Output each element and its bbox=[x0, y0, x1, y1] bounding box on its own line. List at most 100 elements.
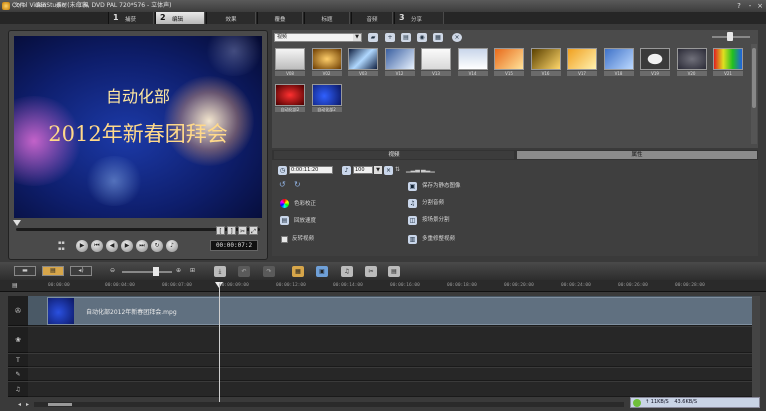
smart-proxy-icon[interactable]: ▦ bbox=[292, 266, 304, 277]
trim-out-button[interactable]: ] bbox=[227, 226, 236, 235]
step-edit[interactable]: 2 编辑 bbox=[155, 12, 205, 24]
music-track[interactable] bbox=[28, 382, 752, 397]
duration-field[interactable]: 0:00:11:20 bbox=[289, 166, 333, 174]
step-title[interactable]: 标题 bbox=[304, 12, 350, 24]
rotate-left-icon[interactable]: ↺ bbox=[279, 180, 291, 190]
library-thumbnail[interactable] bbox=[311, 84, 342, 106]
redo-icon[interactable]: ↷ bbox=[263, 266, 275, 277]
library-thumbnail[interactable] bbox=[275, 48, 305, 70]
step-share[interactable]: 3 分享 bbox=[394, 12, 444, 24]
insert-icon[interactable]: ⤓ bbox=[214, 266, 226, 277]
title-track[interactable] bbox=[28, 354, 752, 367]
split-clip-icon[interactable]: ✂ bbox=[238, 226, 247, 235]
help-button[interactable]: ? bbox=[734, 1, 744, 11]
voice-track[interactable] bbox=[28, 368, 752, 381]
rotate-right-icon[interactable]: ↻ bbox=[294, 180, 306, 190]
timeline-zoom-slider[interactable] bbox=[122, 271, 172, 273]
tab-attribute[interactable]: 属性 bbox=[517, 151, 757, 159]
timeline-vertical-scrollbar[interactable] bbox=[752, 296, 760, 400]
tab-video[interactable]: 视频 bbox=[274, 151, 514, 159]
volume-dropdown-icon[interactable]: ▼ bbox=[374, 166, 382, 174]
color-correction-label[interactable]: 色彩校正 bbox=[294, 200, 316, 208]
library-thumbnail[interactable] bbox=[640, 48, 670, 70]
clear-icon[interactable]: × bbox=[452, 33, 462, 42]
enlarge-icon[interactable]: ⤢ bbox=[249, 226, 258, 235]
library-category-select[interactable]: 视频 bbox=[274, 33, 362, 42]
fit-project-icon[interactable]: ⊞ bbox=[190, 267, 195, 274]
mute-icon[interactable]: × bbox=[384, 166, 393, 175]
fade-out-icon[interactable]: ▃▂▁ bbox=[421, 166, 435, 174]
end-button[interactable]: ⏭ bbox=[136, 240, 148, 252]
library-thumbnail[interactable] bbox=[603, 48, 634, 70]
import-media-icon[interactable]: + bbox=[385, 33, 395, 42]
step-audio[interactable]: 音频 bbox=[351, 12, 393, 24]
project-clip-toggle-icon[interactable]: ▪▪ ▪▪ bbox=[58, 240, 70, 252]
multi-trim-label[interactable]: 多重修整视频 bbox=[422, 235, 455, 243]
library-thumbnail[interactable] bbox=[494, 48, 524, 70]
chapter-point-icon[interactable]: ▤ bbox=[388, 266, 400, 277]
playhead[interactable] bbox=[219, 284, 220, 402]
library-thumbnail[interactable] bbox=[713, 48, 743, 70]
save-still-label[interactable]: 保存为静态图像 bbox=[422, 182, 461, 190]
fade-in-icon[interactable]: ▁▂▃ bbox=[406, 166, 420, 174]
library-thumbnail[interactable] bbox=[348, 48, 378, 70]
playback-speed-label[interactable]: 回放速度 bbox=[294, 217, 316, 225]
capture-icon[interactable]: ◉ bbox=[417, 33, 427, 42]
timeline-horizontal-scrollbar[interactable] bbox=[34, 402, 624, 407]
storyboard-view-button[interactable]: ▬ bbox=[14, 266, 36, 276]
preview-screen[interactable]: 自动化部 2012年新春团拜会 bbox=[14, 36, 262, 218]
menu-file[interactable]: 文件 bbox=[14, 2, 25, 10]
library-thumbnail[interactable] bbox=[421, 48, 451, 70]
next-frame-button[interactable]: ▶ bbox=[121, 240, 133, 252]
color-correction-icon[interactable] bbox=[280, 199, 289, 208]
folder-icon[interactable]: ▰ bbox=[368, 33, 378, 42]
menu-edit[interactable]: 编辑 bbox=[35, 2, 46, 10]
close-button[interactable]: × bbox=[755, 1, 765, 11]
library-thumbnail[interactable] bbox=[311, 48, 342, 70]
library-thumbnail[interactable] bbox=[275, 84, 305, 106]
overlay-track[interactable] bbox=[28, 327, 752, 353]
step-effect[interactable]: 效果 bbox=[206, 12, 256, 24]
batch-convert-icon[interactable]: ▣ bbox=[316, 266, 328, 277]
library-thumbnail[interactable] bbox=[676, 48, 707, 70]
split-audio-icon[interactable]: ⇅ bbox=[395, 166, 403, 174]
library-manager-icon[interactable]: ▤ bbox=[401, 33, 411, 42]
undo-icon[interactable]: ↶ bbox=[238, 266, 250, 277]
timecode-display[interactable]: 00:00:07:2 bbox=[210, 240, 258, 251]
scrub-marker-icon[interactable] bbox=[13, 220, 21, 226]
timeline-zoom-handle[interactable] bbox=[153, 267, 159, 276]
reverse-video-label[interactable]: 反转视频 bbox=[292, 235, 314, 243]
library-thumbnail[interactable] bbox=[384, 48, 415, 70]
volume-field[interactable]: 100 bbox=[353, 166, 373, 174]
minimize-button[interactable]: - bbox=[745, 1, 755, 11]
chevron-down-icon[interactable]: ▼ bbox=[353, 34, 361, 41]
split-by-scene-icon[interactable]: ◫ bbox=[408, 216, 417, 225]
multi-trim-icon[interactable]: ▥ bbox=[408, 235, 417, 244]
timeline-scrollbar-thumb[interactable] bbox=[48, 403, 72, 406]
scroll-left-icon[interactable]: ◂ bbox=[18, 401, 21, 408]
menu-clip[interactable]: 素材 bbox=[56, 2, 67, 10]
split-audio-label[interactable]: 分割音频 bbox=[422, 199, 444, 207]
split-audio-button-icon[interactable]: ♫ bbox=[408, 199, 417, 208]
zoom-slider-handle[interactable] bbox=[727, 32, 733, 41]
split-by-scene-label[interactable]: 按场景分割 bbox=[422, 216, 450, 224]
library-scrollbar-thumb[interactable] bbox=[752, 48, 756, 108]
timeline-view-button[interactable]: ▤ bbox=[42, 266, 64, 276]
scroll-right-icon[interactable]: ▸ bbox=[26, 401, 29, 408]
track-manager-icon[interactable]: ✂ bbox=[365, 266, 377, 277]
zoom-in-icon[interactable]: ⊕ bbox=[176, 267, 181, 274]
track-manager-small-icon[interactable]: ▤ bbox=[12, 282, 18, 289]
library-thumbnail[interactable] bbox=[457, 48, 488, 70]
library-view-icon[interactable]: ▦ bbox=[433, 33, 443, 42]
library-thumbnail[interactable] bbox=[530, 48, 561, 70]
trim-in-button[interactable]: [ bbox=[216, 226, 225, 235]
step-overlay[interactable]: 覆叠 bbox=[257, 12, 303, 24]
audio-view-button[interactable]: ◂) bbox=[70, 266, 92, 276]
repeat-button[interactable]: ↻ bbox=[151, 240, 163, 252]
menu-tools[interactable]: 工具 bbox=[78, 2, 89, 10]
zoom-out-icon[interactable]: ⊖ bbox=[110, 267, 115, 274]
library-thumbnail[interactable] bbox=[567, 48, 597, 70]
auto-music-icon[interactable]: ♫ bbox=[341, 266, 353, 277]
save-still-icon[interactable]: ▣ bbox=[408, 182, 417, 191]
home-button[interactable]: ⏮ bbox=[91, 240, 103, 252]
